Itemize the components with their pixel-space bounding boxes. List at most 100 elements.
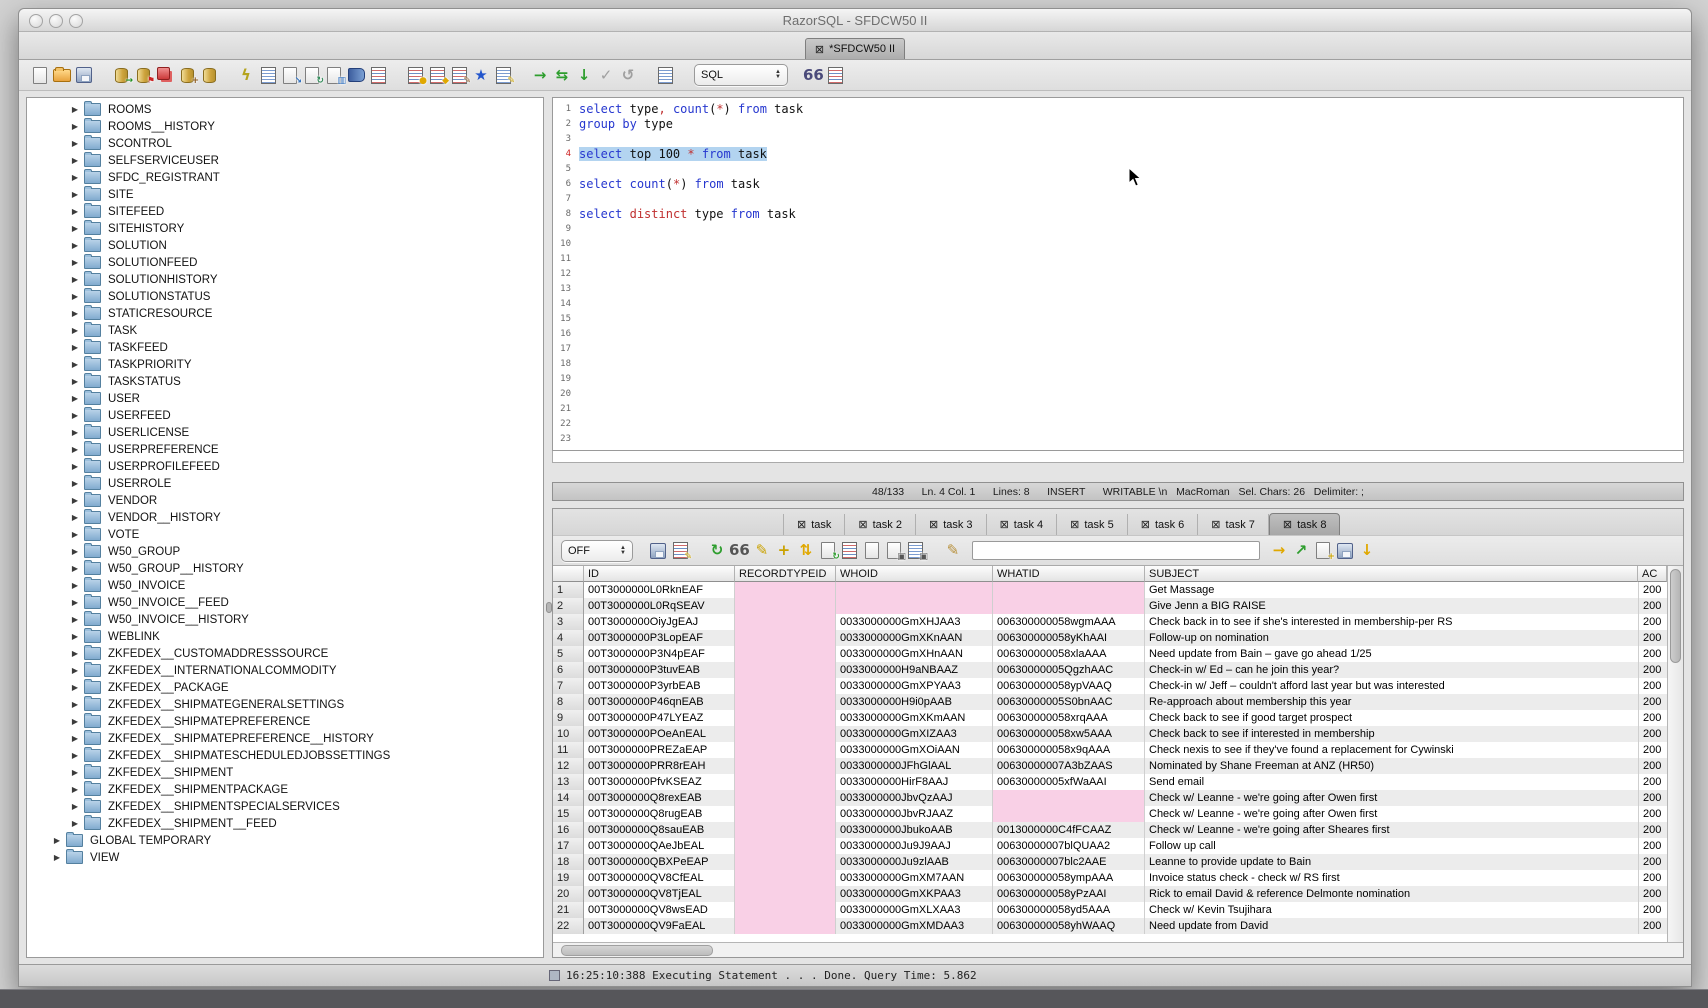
view-document-icon[interactable]: ▥ <box>324 63 344 87</box>
grid-cell[interactable]: Check w/ Leanne - we're going after Owen… <box>1145 806 1639 822</box>
grid-cell[interactable]: 00T3000000P46qnEAB <box>584 694 735 710</box>
table-row[interactable]: 1100T3000000PREZaEAP0033000000GmXOiAAN00… <box>553 742 1667 758</box>
grid-cell[interactable]: 00T3000000L0RknEAF <box>584 582 735 598</box>
column-header-id[interactable]: ID <box>584 566 735 582</box>
grid-cell[interactable]: 00T3000000PRR8rEAH <box>584 758 735 774</box>
sql-line-21[interactable] <box>579 402 1683 417</box>
grid-cell[interactable] <box>735 710 836 726</box>
sql-line-22[interactable] <box>579 417 1683 432</box>
table-row[interactable]: 1200T3000000PRR8rEAH0033000000JFhGlAAL00… <box>553 758 1667 774</box>
tree-item-vendor[interactable]: ▶VENDOR <box>27 492 543 509</box>
tree-item-w50-group[interactable]: ▶W50_GROUP <box>27 543 543 560</box>
row-number-cell[interactable]: 8 <box>553 694 584 710</box>
grid-cell[interactable] <box>735 598 836 614</box>
tree-item-w50-invoice-feed[interactable]: ▶W50_INVOICE__FEED <box>27 594 543 611</box>
grid-cell[interactable]: Give Jenn a BIG RAISE <box>1145 598 1639 614</box>
grid-cell[interactable] <box>735 694 836 710</box>
grid-cell[interactable]: 200 <box>1639 630 1667 646</box>
tree-item-userfeed[interactable]: ▶USERFEED <box>27 407 543 424</box>
execute-statement-icon[interactable]: → <box>530 63 550 87</box>
tree-item-zkfedex-shipmategeneralsettings[interactable]: ▶ZKFEDEX__SHIPMATEGENERALSETTINGS <box>27 696 543 713</box>
grid-cell[interactable]: 0033000000GmXM7AAN <box>836 870 993 886</box>
table-row[interactable]: 100T3000000L0RknEAFGet Massage200 <box>553 582 1667 598</box>
grid-cell[interactable]: 00T3000000Q8rexEAB <box>584 790 735 806</box>
row-number-cell[interactable]: 21 <box>553 902 584 918</box>
expand-triangle-icon[interactable]: ▶ <box>69 717 81 726</box>
reload-table-icon[interactable]: ↻ <box>818 539 838 563</box>
row-number-cell[interactable]: 9 <box>553 710 584 726</box>
tree-item-userprofilefeed[interactable]: ▶USERPROFILEFEED <box>27 458 543 475</box>
grid-cell[interactable]: 00T3000000P3N4pEAF <box>584 646 735 662</box>
grid-cell[interactable]: Send email <box>1145 774 1639 790</box>
grid-cell[interactable]: 00T3000000P3LopEAF <box>584 630 735 646</box>
expand-triangle-icon[interactable]: ▶ <box>69 105 81 114</box>
tree-item-zkfedex-internationalcommodity[interactable]: ▶ZKFEDEX__INTERNATIONALCOMMODITY <box>27 662 543 679</box>
expand-triangle-icon[interactable]: ▶ <box>69 190 81 199</box>
sql-line-8[interactable]: select distinct type from task <box>579 207 1683 222</box>
row-number-cell[interactable]: 19 <box>553 870 584 886</box>
tree-item-zkfedex-package[interactable]: ▶ZKFEDEX__PACKAGE <box>27 679 543 696</box>
document-tab[interactable]: ⊠ *SFDCW50 II <box>805 38 905 59</box>
grid-cell[interactable]: 00T3000000POeAnEAL <box>584 726 735 742</box>
expand-triangle-icon[interactable]: ▶ <box>69 564 81 573</box>
grid-cell[interactable]: 0033000000JbvQzAAJ <box>836 790 993 806</box>
expand-triangle-icon[interactable]: ▶ <box>69 819 81 828</box>
result-tab-task-4[interactable]: ⊠task 4 <box>987 514 1058 535</box>
row-number-cell[interactable]: 18 <box>553 854 584 870</box>
grid-cell[interactable]: 006300000058yPzAAI <box>993 886 1145 902</box>
grid-cell[interactable] <box>735 902 836 918</box>
insert-record-icon[interactable]: + <box>774 539 794 563</box>
expand-triangle-icon[interactable]: ▶ <box>69 207 81 216</box>
tree-item-sitefeed[interactable]: ▶SITEFEED <box>27 203 543 220</box>
grid-cell[interactable]: Check w/ Leanne - we're going after Owen… <box>1145 790 1639 806</box>
table-row[interactable]: 900T3000000P47LYEAZ0033000000GmXKmAAN006… <box>553 710 1667 726</box>
grid-cell[interactable]: 0033000000JFhGlAAL <box>836 758 993 774</box>
grid-cell[interactable] <box>735 614 836 630</box>
sql-line-20[interactable] <box>579 387 1683 402</box>
sql-history-icon[interactable] <box>655 63 675 87</box>
grid-cell[interactable]: 200 <box>1639 838 1667 854</box>
grid-cell[interactable]: 00T3000000QV8CfEAL <box>584 870 735 886</box>
expand-triangle-icon[interactable]: ▶ <box>69 768 81 777</box>
row-number-cell[interactable]: 10 <box>553 726 584 742</box>
table-row[interactable]: 300T3000000OiyJgEAJ0033000000GmXHJAA3006… <box>553 614 1667 630</box>
result-tab-task-8[interactable]: ⊠task 8 <box>1269 513 1341 535</box>
grid-cell[interactable] <box>735 886 836 902</box>
result-tab-task-3[interactable]: ⊠task 3 <box>916 514 987 535</box>
fetch-more-icon[interactable]: ↓ <box>1357 539 1377 563</box>
result-tab-task-6[interactable]: ⊠task 6 <box>1128 514 1199 535</box>
tree-item-taskfeed[interactable]: ▶TASKFEED <box>27 339 543 356</box>
commit-icon[interactable]: ✓ <box>596 63 616 87</box>
expand-triangle-icon[interactable]: ▶ <box>69 394 81 403</box>
grid-cell[interactable] <box>735 870 836 886</box>
grid-cell[interactable] <box>735 646 836 662</box>
expand-triangle-icon[interactable]: ▶ <box>69 598 81 607</box>
grid-cell[interactable]: 0033000000GmXLXAA3 <box>836 902 993 918</box>
open-file-icon[interactable] <box>52 63 72 87</box>
grid-cell[interactable]: 006300000058x9qAAA <box>993 742 1145 758</box>
grid-cell[interactable] <box>735 758 836 774</box>
grid-cell[interactable]: 00T3000000L0RqSEAV <box>584 598 735 614</box>
row-number-cell[interactable]: 1 <box>553 582 584 598</box>
grid-cell[interactable]: 0033000000HirF8AAJ <box>836 774 993 790</box>
sql-line-2[interactable]: group by type <box>579 117 1683 132</box>
refresh-objects-icon[interactable]: ↻ <box>302 63 322 87</box>
expand-triangle-icon[interactable]: ▶ <box>69 462 81 471</box>
expand-triangle-icon[interactable]: ▶ <box>69 411 81 420</box>
save-grid-icon[interactable] <box>1335 539 1355 563</box>
grid-cell[interactable]: 006300000058ypVAAQ <box>993 678 1145 694</box>
grid-cell[interactable]: 006300000058yd5AAA <box>993 902 1145 918</box>
expand-triangle-icon[interactable]: ▶ <box>69 156 81 165</box>
column-details-icon[interactable] <box>840 539 860 563</box>
grid-cell[interactable]: Check-in w/ Jeff – couldn't afford last … <box>1145 678 1639 694</box>
grid-cell[interactable]: 00630000007A3bZAAS <box>993 758 1145 774</box>
expand-triangle-icon[interactable]: ▶ <box>69 241 81 250</box>
sql-code-area[interactable]: select type, count(*) from taskgroup by … <box>574 98 1683 450</box>
grid-cell[interactable]: Check w/ Leanne - we're going after Shea… <box>1145 822 1639 838</box>
expand-triangle-icon[interactable]: ▶ <box>69 751 81 760</box>
grid-cell[interactable]: 200 <box>1639 710 1667 726</box>
minimize-window-button[interactable] <box>49 14 63 28</box>
grid-cell[interactable] <box>735 790 836 806</box>
grid-cell[interactable]: 200 <box>1639 918 1667 934</box>
copy-table-icon[interactable]: ▣ <box>906 539 926 563</box>
